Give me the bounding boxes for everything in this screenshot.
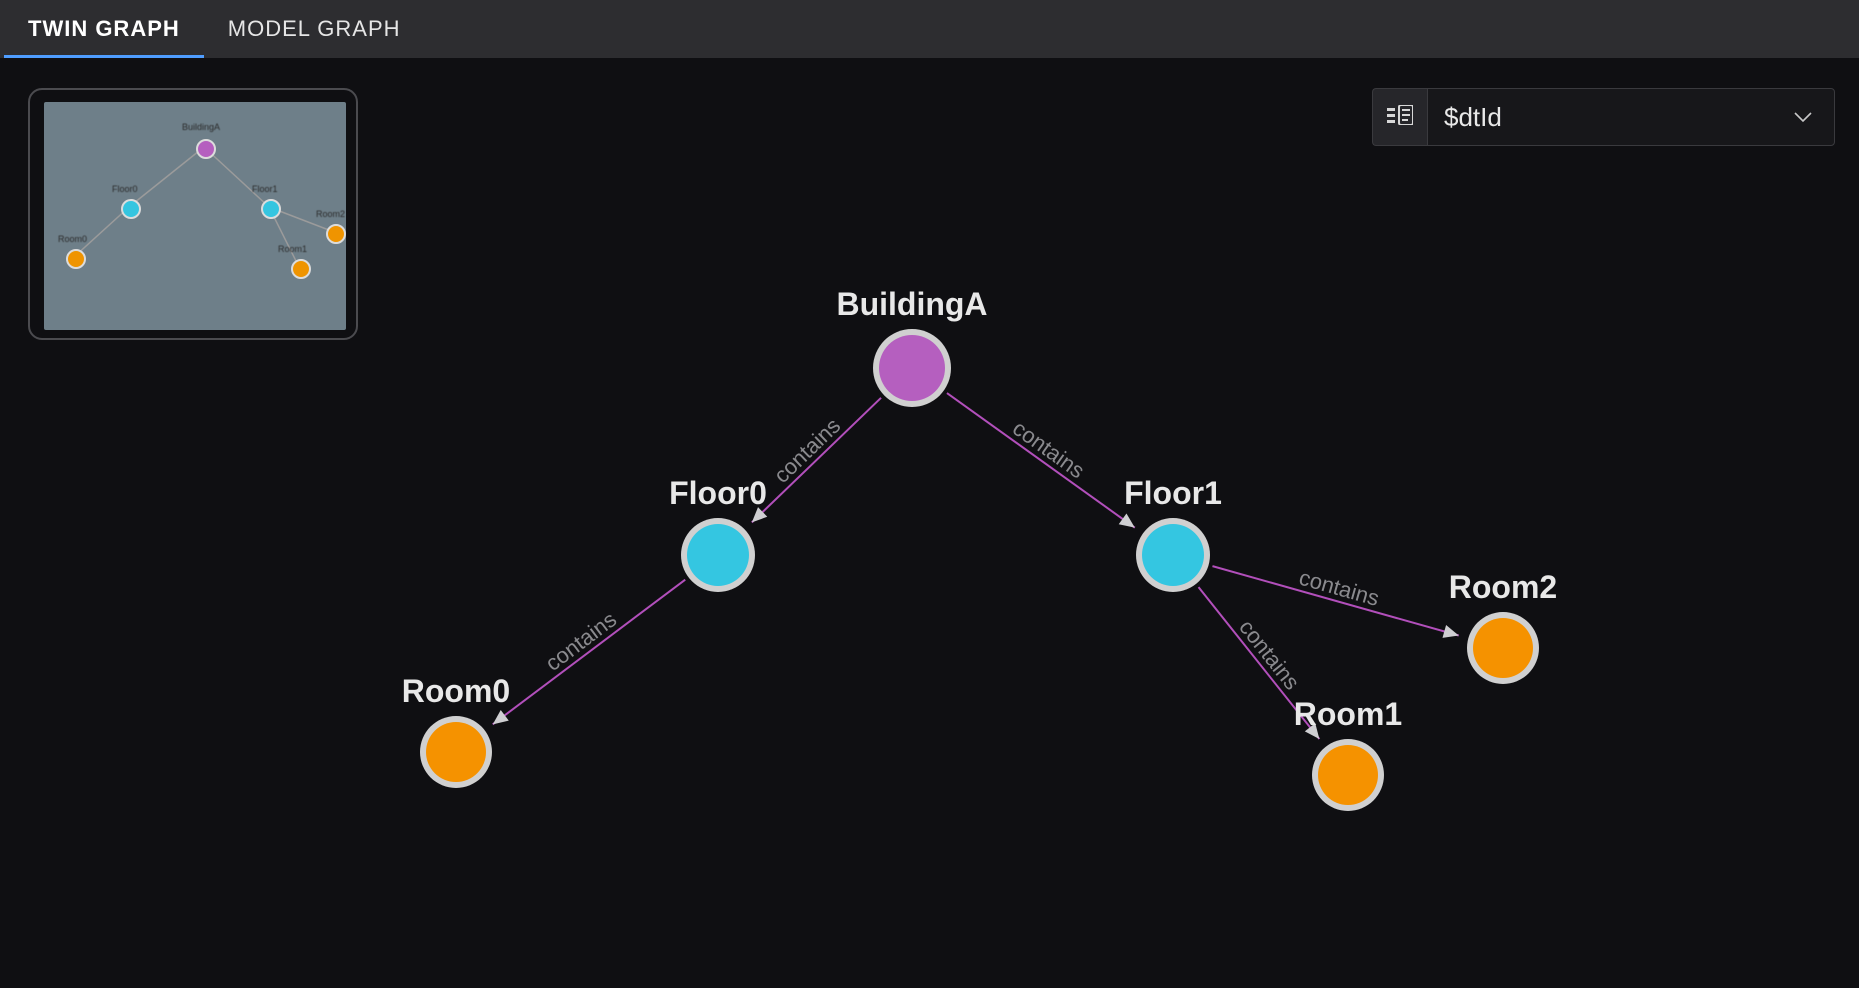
- node-label: Floor0: [669, 475, 767, 511]
- minimap-viewport: BuildingA Floor0 Floor1 Room0 Room1 Room…: [44, 102, 346, 330]
- edge-label: contains: [769, 413, 845, 488]
- graph-node-floor0[interactable]: Floor0: [669, 475, 767, 592]
- edge[interactable]: [493, 580, 685, 725]
- edge-label: contains: [541, 607, 622, 676]
- graph-node-room1[interactable]: Room1: [1294, 696, 1402, 811]
- tab-bar: TWIN GRAPH MODEL GRAPH: [0, 0, 1859, 58]
- graph-node-room0[interactable]: Room0: [402, 673, 510, 788]
- tab-model-graph[interactable]: MODEL GRAPH: [204, 0, 425, 58]
- display-property-value: $dtId: [1444, 102, 1502, 133]
- edge-label: contains: [1234, 615, 1305, 695]
- chevron-down-icon: [1792, 106, 1814, 128]
- edge-label: contains: [1008, 415, 1089, 483]
- node-label: Room0: [402, 673, 510, 709]
- text-align-icon: [1387, 105, 1413, 130]
- graph-node-floor1[interactable]: Floor1: [1124, 475, 1222, 592]
- display-property-picker: $dtId: [1372, 88, 1835, 144]
- minimap[interactable]: BuildingA Floor0 Floor1 Room0 Room1 Room…: [28, 88, 358, 340]
- edge[interactable]: [752, 398, 881, 523]
- graph-node-buildinga[interactable]: BuildingA: [836, 286, 987, 407]
- node-label: Room2: [1449, 569, 1557, 605]
- edge-label: contains: [1296, 565, 1382, 611]
- node-label: Room1: [1294, 696, 1402, 732]
- tab-twin-graph[interactable]: TWIN GRAPH: [4, 0, 204, 58]
- edge[interactable]: [947, 393, 1135, 528]
- graph-node-room2[interactable]: Room2: [1449, 569, 1557, 684]
- graph-canvas[interactable]: containscontainscontainscontainscontains…: [0, 58, 1859, 988]
- node-label: Floor1: [1124, 475, 1222, 511]
- display-property-dropdown[interactable]: $dtId: [1427, 88, 1835, 146]
- display-property-icon-button[interactable]: [1372, 88, 1427, 146]
- node-label: BuildingA: [836, 286, 987, 322]
